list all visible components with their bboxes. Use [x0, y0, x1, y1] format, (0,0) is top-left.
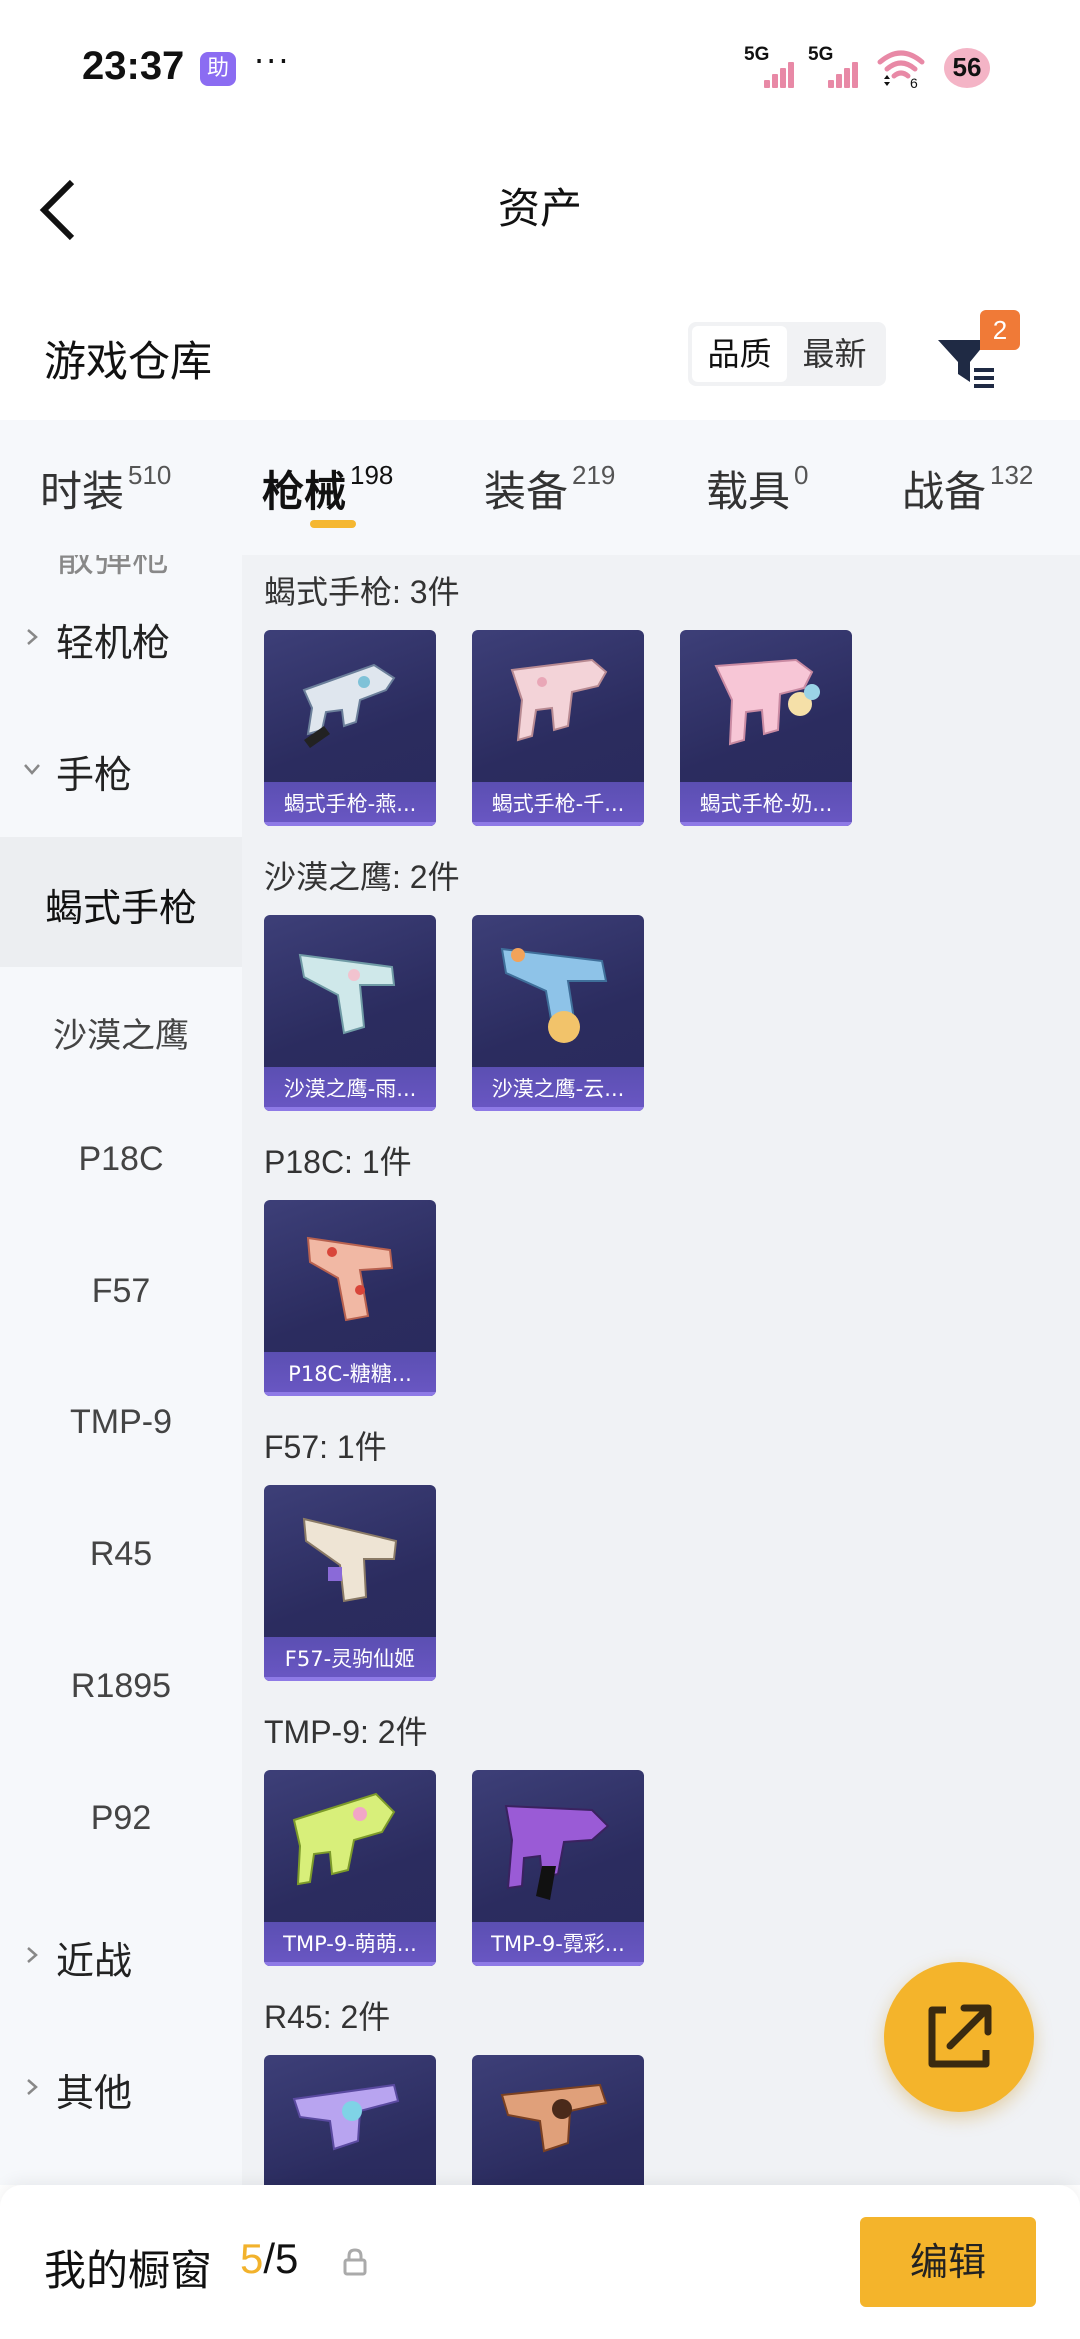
sidebar-item-p92[interactable]: P92 — [0, 1759, 242, 1889]
assistant-icon: 助 — [200, 52, 236, 86]
filter-count-badge: 2 — [980, 310, 1020, 350]
chevron-down-icon — [24, 764, 40, 775]
section-title: 沙漠之鹰: 2件 — [264, 859, 460, 895]
sidebar-item-pistol[interactable]: 手枪 — [0, 704, 242, 834]
weapon-type-sidebar: 散弹枪 轻机枪 手枪 蝎式手枪 沙漠之鹰 P18C F57 TMP-9 R45 … — [0, 555, 242, 2185]
skin-name: 蝎式手枪-千... — [472, 782, 644, 826]
skin-card[interactable]: 蝎式手枪-千... — [472, 630, 644, 826]
skin-card[interactable]: 蝎式手枪-奶... — [680, 630, 852, 826]
skin-name: 沙漠之鹰-雨... — [264, 1067, 436, 1111]
chevron-right-icon — [27, 629, 38, 645]
sidebar-item-f57[interactable]: F57 — [0, 1232, 242, 1362]
sidebar-item-r1895[interactable]: R1895 — [0, 1627, 242, 1757]
battery-level: 56 — [952, 52, 982, 82]
skin-card[interactable]: 沙漠之鹰-雨... — [264, 915, 436, 1111]
skin-card[interactable]: 沙漠之鹰-云... — [472, 915, 644, 1111]
sort-quality-button[interactable]: 品质 — [692, 326, 787, 382]
svg-text:6: 6 — [910, 75, 918, 90]
pistol-skin-image — [306, 1236, 394, 1322]
smg-skin-image — [292, 1792, 396, 1886]
sidebar-item-r45[interactable]: R45 — [0, 1495, 242, 1625]
skin-card[interactable] — [264, 2055, 436, 2185]
showcase-label: 我的橱窗 — [44, 2246, 213, 2295]
skin-name: TMP-9-霓彩... — [472, 1922, 644, 1966]
filter-button[interactable]: 2 — [930, 310, 1020, 400]
smg-skin-image — [714, 658, 820, 746]
sidebar-item-tmp9[interactable]: TMP-9 — [0, 1363, 242, 1493]
category-tabs: 时装 510 枪械 198 装备 219 载具 0 战备 132 — [0, 420, 1080, 555]
section-title: R45: 2件 — [264, 1999, 391, 2035]
section-title: P18C: 1件 — [264, 1144, 412, 1180]
skin-name: 蝎式手枪-燕... — [264, 782, 436, 826]
skin-name: 沙漠之鹰-云... — [472, 1067, 644, 1111]
chevron-right-icon — [27, 1947, 38, 1963]
skin-name: F57-灵驹仙姬 — [264, 1637, 436, 1681]
revolver-skin-image — [292, 2083, 400, 2151]
skin-card[interactable]: TMP-9-霓彩... — [472, 1770, 644, 1966]
signal-icon-2: 5G — [808, 44, 868, 90]
sort-newest-button[interactable]: 最新 — [787, 326, 882, 382]
smg-skin-image — [510, 658, 608, 742]
section-title: F57: 1件 — [264, 1429, 387, 1465]
section-title: 蝎式手枪: 3件 — [264, 574, 460, 610]
skin-name: TMP-9-萌萌... — [264, 1922, 436, 1966]
tab-vehicles[interactable]: 载具 0 — [706, 458, 808, 528]
pistol-skin-image — [302, 1517, 398, 1603]
weapon-skin-list: 蝎式手枪: 3件 蝎式手枪-燕... 蝎式手枪-千... 蝎式手枪-奶... 沙… — [242, 555, 1080, 2185]
showcase-bar: 我的橱窗 5/5 编辑 — [0, 2185, 1080, 2339]
sidebar-item-desert-eagle[interactable]: 沙漠之鹰 — [0, 968, 242, 1098]
status-bar: 23:37 助 ··· 5G 5G 6 56 — [0, 0, 1080, 130]
signal-icon-1: 5G — [744, 44, 804, 90]
share-button[interactable] — [884, 1962, 1034, 2112]
edit-button[interactable]: 编辑 — [860, 2217, 1036, 2307]
tab-fashion[interactable]: 时装 510 — [40, 458, 171, 528]
sort-toggle: 品质 最新 — [688, 322, 886, 386]
battery-icon: 56 — [944, 48, 990, 88]
skin-card[interactable]: F57-灵驹仙姬 — [264, 1485, 436, 1681]
showcase-count: 5/5 — [240, 2235, 299, 2282]
skin-card[interactable]: P18C-糖糖... — [264, 1200, 436, 1396]
network-type-label: 5G — [808, 44, 834, 65]
section-title: TMP-9: 2件 — [264, 1714, 428, 1750]
sidebar-item-light-machine-gun[interactable]: 轻机枪 — [0, 572, 242, 702]
lock-icon — [343, 2248, 367, 2276]
chevron-right-icon — [27, 2079, 38, 2095]
active-tab-indicator — [310, 520, 356, 528]
pistol-skin-image — [500, 947, 608, 1043]
skin-card[interactable]: TMP-9-萌萌... — [264, 1770, 436, 1966]
skin-card[interactable]: 蝎式手枪-燕... — [264, 630, 436, 826]
network-type-label: 5G — [744, 44, 770, 65]
skin-card[interactable] — [472, 2055, 644, 2185]
sidebar-item-scorpion-pistol[interactable]: 蝎式手枪 — [0, 837, 242, 967]
tab-firearms[interactable]: 枪械 198 — [262, 458, 393, 528]
tab-battle-gear[interactable]: 战备 132 — [902, 458, 1033, 528]
page-title: 资产 — [497, 184, 582, 233]
app-header: 资产 — [0, 130, 1080, 280]
more-notifications-icon: ··· — [254, 42, 291, 80]
tab-equipment[interactable]: 装备 219 — [484, 458, 615, 528]
sidebar-item-other[interactable]: 其他 — [0, 2022, 242, 2152]
wifi-icon: 6 — [876, 46, 926, 91]
smg-skin-image — [302, 663, 396, 748]
external-link-icon — [928, 2004, 992, 2068]
revolver-skin-image — [500, 2083, 608, 2153]
sidebar-item-p18c[interactable]: P18C — [0, 1100, 242, 1230]
pistol-skin-image — [298, 953, 396, 1035]
skin-name: P18C-糖糖... — [264, 1352, 436, 1396]
skin-name: 蝎式手枪-奶... — [680, 782, 852, 826]
warehouse-title: 游戏仓库 — [44, 337, 213, 386]
status-time: 23:37 — [82, 44, 185, 88]
smg-skin-image — [504, 1804, 610, 1900]
sidebar-item-melee[interactable]: 近战 — [0, 1890, 242, 2020]
warehouse-header: 游戏仓库 品质 最新 2 — [0, 290, 1080, 420]
